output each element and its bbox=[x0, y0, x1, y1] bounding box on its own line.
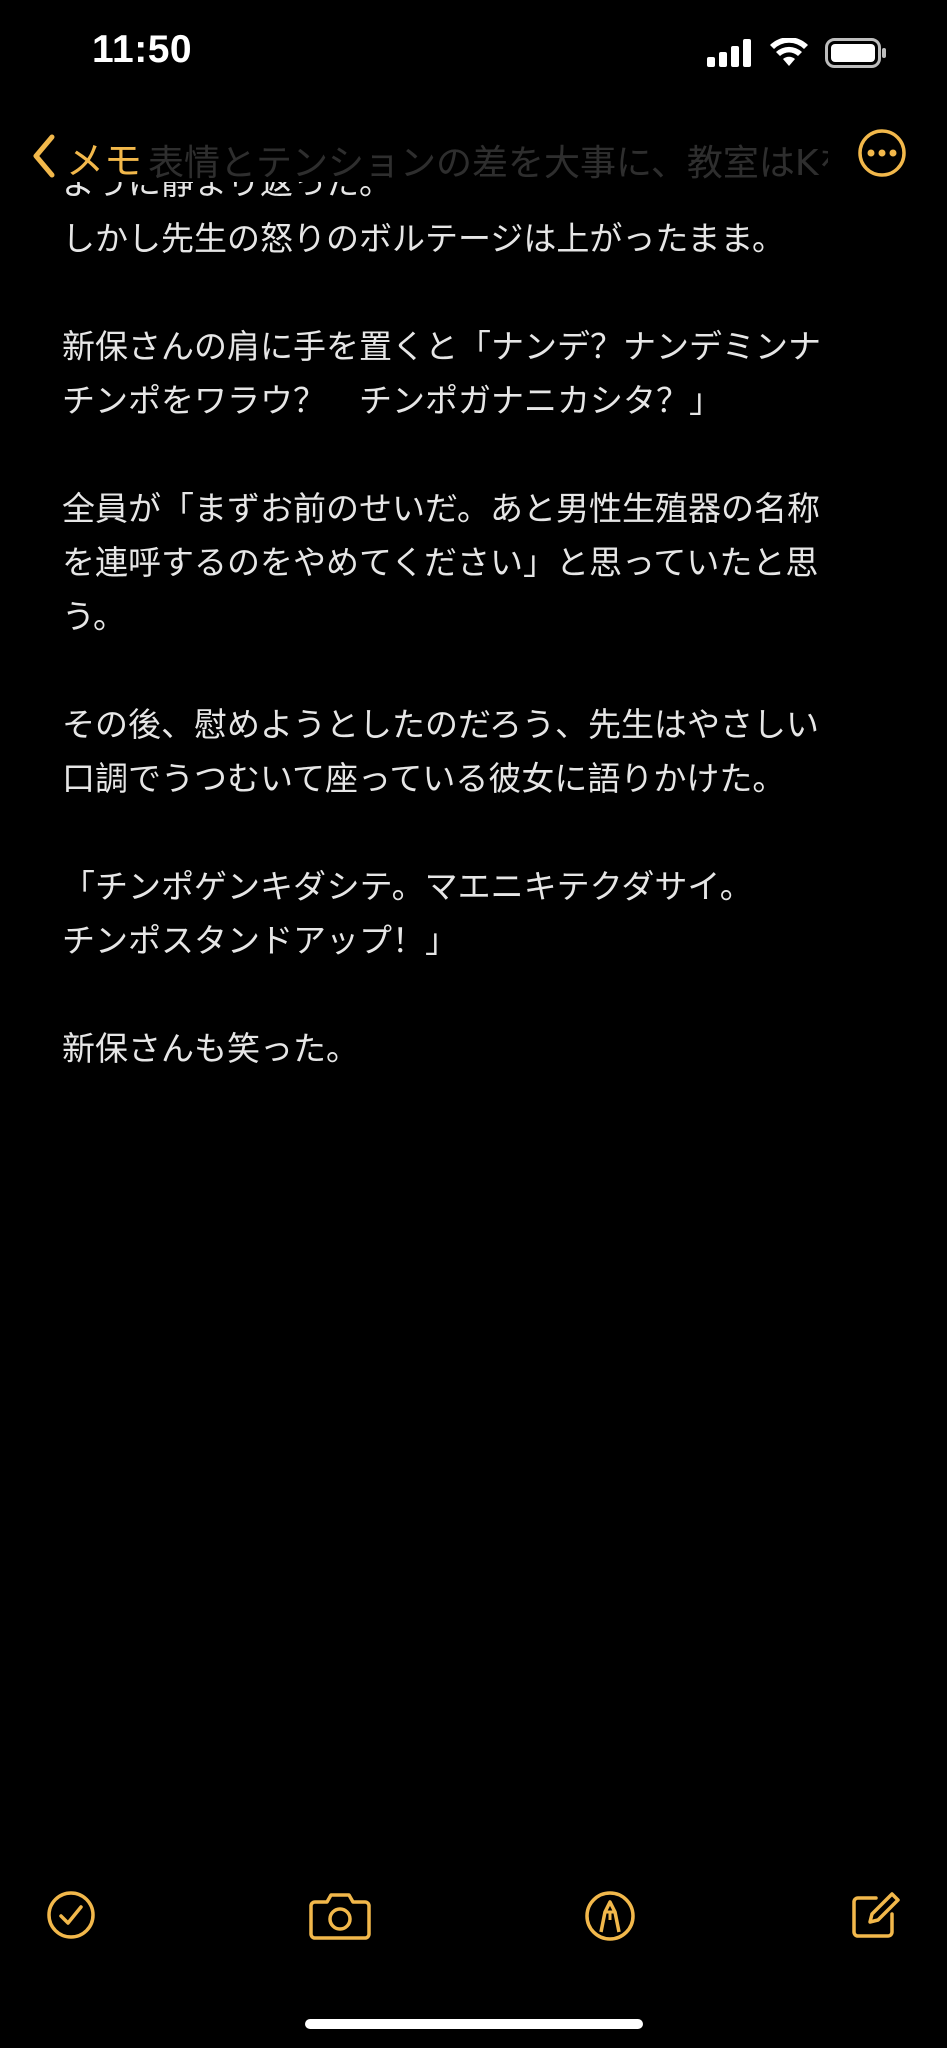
note-blank-line bbox=[62, 806, 892, 860]
note-blank-line bbox=[62, 266, 892, 320]
checkmark-circle-icon bbox=[46, 1891, 96, 1944]
note-line: 「チンポゲンキダシテ。マエニキテクダサイ。 bbox=[62, 867, 753, 906]
note-line: う。 bbox=[62, 597, 127, 636]
compose-button[interactable] bbox=[850, 1890, 900, 1944]
cellular-signal-icon bbox=[707, 39, 753, 71]
compose-icon bbox=[850, 1892, 900, 1944]
ellipsis-circle-icon bbox=[857, 129, 907, 182]
note-line: 新保さんも笑った。 bbox=[62, 1029, 359, 1068]
faded-note-title: 表情とテンションの差を大事に、教室はKを打った bbox=[148, 143, 828, 184]
note-line: チンポスタンドアップ！」 bbox=[62, 921, 458, 960]
wifi-icon bbox=[769, 37, 809, 72]
status-bar: 11:50 bbox=[0, 0, 947, 110]
note-body[interactable]: ように静まり返った。 しかし先生の怒りのボルテージは上がったまま。 新保さんの肩… bbox=[62, 182, 892, 1076]
camera-icon bbox=[309, 1893, 371, 1944]
back-label: メモ bbox=[66, 139, 143, 183]
markup-button[interactable] bbox=[584, 1890, 636, 1946]
note-blank-line bbox=[62, 644, 892, 698]
pen-circle-icon bbox=[584, 1891, 636, 1946]
chevron-left-icon bbox=[28, 131, 58, 185]
home-indicator[interactable] bbox=[305, 2019, 643, 2029]
note-line: 全員が「まずお前のせいだ。あと男性生殖器の名称 bbox=[62, 489, 821, 528]
status-time: 11:50 bbox=[92, 28, 193, 71]
back-button[interactable]: メモ bbox=[28, 130, 142, 185]
note-blank-line bbox=[62, 968, 892, 1022]
note-line: その後、慰めようとしたのだろう、先生はやさしい bbox=[62, 705, 820, 744]
note-blank-line bbox=[62, 428, 892, 482]
note-line: チンポをワラウ？ チンポガナニカシタ？」 bbox=[62, 381, 722, 420]
camera-button[interactable] bbox=[309, 1890, 371, 1944]
note-line: しかし先生の怒りのボルテージは上がったまま。 bbox=[62, 219, 786, 258]
note-line: 新保さんの肩に手を置くと「ナンデ？ナンデミンナ bbox=[62, 327, 821, 366]
bottom-toolbar bbox=[0, 1890, 947, 1960]
status-icons bbox=[707, 37, 887, 72]
note-line-clipped: ように静まり返った。 bbox=[62, 182, 392, 202]
battery-icon bbox=[825, 38, 887, 72]
note-line: 口調でうつむいて座っている彼女に語りかけた。 bbox=[62, 759, 786, 798]
note-line: を連呼するのをやめてください」と思っていたと思 bbox=[62, 543, 819, 582]
checklist-button[interactable] bbox=[46, 1890, 96, 1944]
more-button[interactable] bbox=[857, 128, 907, 182]
